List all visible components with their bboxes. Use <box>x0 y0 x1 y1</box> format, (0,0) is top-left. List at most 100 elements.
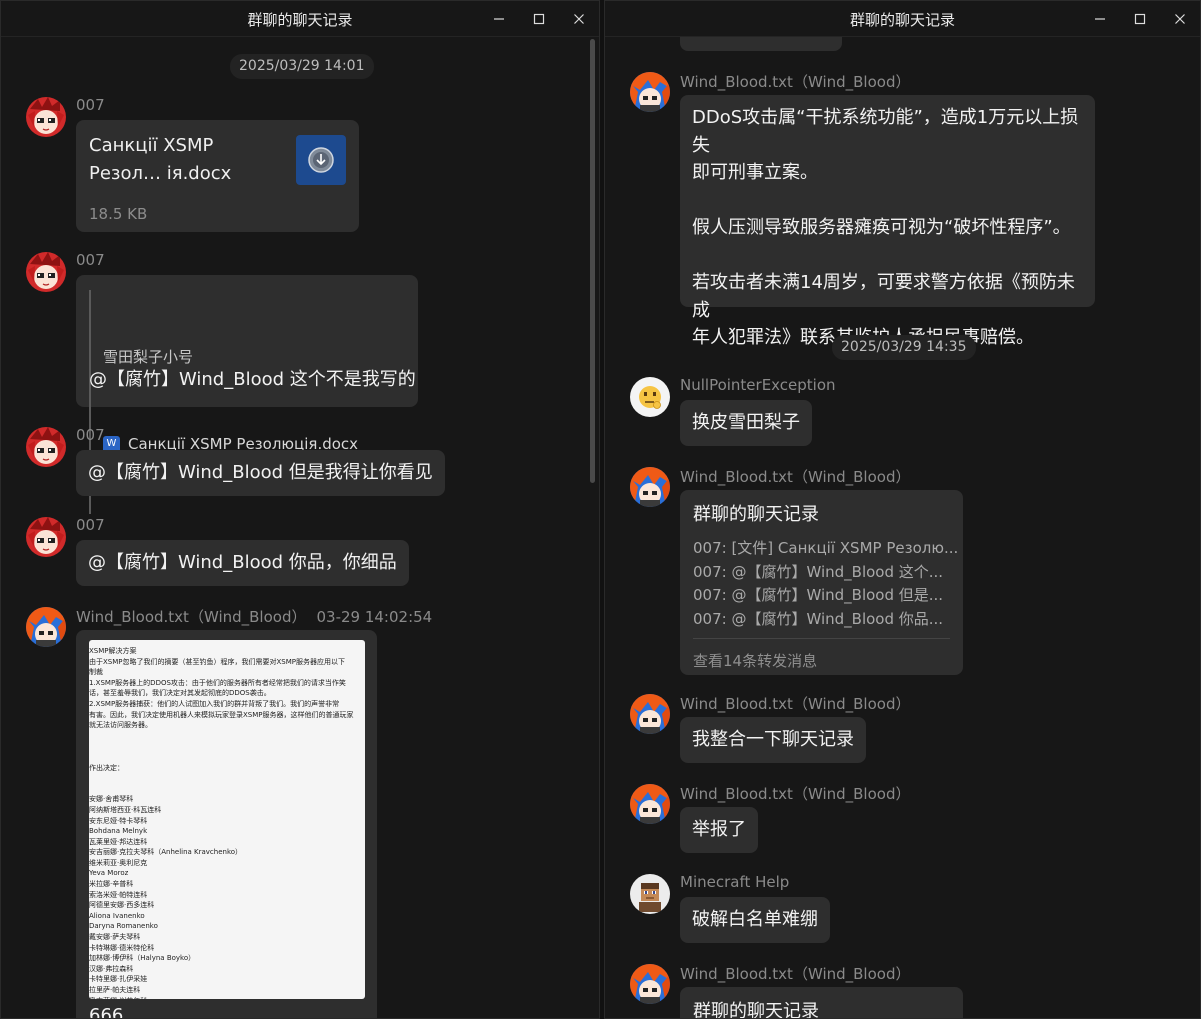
avatar[interactable] <box>630 874 670 914</box>
document-line: 2.XSMP服务器捕获：他们的人试图加入我们的群并背叛了我们。我们的声誉非常 <box>89 699 340 708</box>
document-line: 有害。因此，我们决定使用机器人来模拟玩家登录XSMP服务器，这样他们的普通玩家 <box>89 710 354 719</box>
avatar[interactable] <box>630 964 670 1004</box>
avatar[interactable] <box>630 467 670 507</box>
avatar[interactable] <box>630 694 670 734</box>
timestamp-badge: 2025/03/29 14:35 <box>832 335 976 360</box>
document-line: 1.XSMP服务器上的DDOS攻击：由于他们的服务器所有者经常把我们的请求当作笑 <box>89 678 346 687</box>
image-message[interactable]: XSMP解决方案 由于XSMP忽略了我们的摘要（甚至钓鱼）程序，我们需要对XSMP… <box>76 630 377 1018</box>
document-line: 维米莉亚·奥利尼克 <box>89 858 148 867</box>
close-icon <box>1175 14 1185 24</box>
document-line: 拉里萨·帕夫连科 <box>89 986 141 994</box>
minimize-button[interactable] <box>479 1 519 37</box>
text-message[interactable]: 换皮雪田梨子 <box>680 400 812 446</box>
sender-name: 007 <box>76 96 105 114</box>
avatar[interactable] <box>26 607 66 647</box>
file-size: 18.5 KB <box>89 205 148 223</box>
document-line: 安东尼娅·特卡琴科 <box>89 816 148 825</box>
forwarded-chat-record[interactable]: 群聊的聊天记录 007: [文件] Санкції XSMP Резолю...… <box>680 490 963 675</box>
document-line: 作出决定： <box>89 763 124 772</box>
minimize-icon <box>1095 18 1105 20</box>
title-bar: 群聊的聊天记录 <box>605 1 1200 37</box>
document-line: 奥克萨娜·谢苗年科 <box>89 996 365 999</box>
timestamp-badge: 2025/03/29 14:01 <box>230 54 374 79</box>
text-message[interactable]: @【腐竹】Wind_Blood 但是我得让你看见 <box>76 450 445 496</box>
document-line: XSMP解决方案 <box>89 647 137 655</box>
reply-message[interactable]: 雪田梨子小号 W Санкції XSMP Резолюція.docx @【腐竹… <box>76 275 418 514</box>
close-button[interactable] <box>1160 1 1200 37</box>
avatar[interactable] <box>630 72 670 112</box>
minimize-icon <box>494 18 504 20</box>
sender-name: 007 <box>76 251 105 269</box>
forwarded-chat-record[interactable]: 群聊的聊天记录 <box>680 987 963 1018</box>
message-list[interactable]: 2025/03/29 14:01 007 Санкції XSMP Резол…… <box>1 37 599 1018</box>
avatar[interactable] <box>26 97 66 137</box>
document-line: Daryna Romanenko <box>89 922 158 931</box>
sender-name: Wind_Blood.txt（Wind_Blood） <box>76 608 307 626</box>
close-button[interactable] <box>559 1 599 37</box>
document-line: 加林娜·博伊科（Halyna Boyko） <box>89 954 196 963</box>
document-line: 汉娜·弗拉森科 <box>89 964 134 973</box>
sender-line: Wind_Blood.txt（Wind_Blood） 03-29 14:02:54 <box>76 606 432 627</box>
document-line: 卡特琳娜·德米特伦科 <box>89 943 155 952</box>
text-message[interactable]: @【腐竹】Wind_Blood 你品，你细品 <box>76 540 409 586</box>
sender-name: Minecraft Help <box>680 873 790 891</box>
document-line: 就无法访问服务器。 <box>89 721 152 730</box>
divider <box>693 638 950 639</box>
document-line: Bohdana Melnyk <box>89 827 148 836</box>
document-line: Aliona Ivanenko <box>89 911 145 920</box>
message-text: @【腐竹】Wind_Blood 这个不是我写的 <box>89 369 416 390</box>
download-icon[interactable] <box>296 135 346 185</box>
avatar[interactable] <box>630 377 670 417</box>
maximize-button[interactable] <box>1120 1 1160 37</box>
sender-name: Wind_Blood.txt（Wind_Blood） <box>680 695 911 713</box>
avatar[interactable] <box>26 427 66 467</box>
document-line: 话，甚至羞辱我们，我们决定对其发起彻底的DDOS袭击。 <box>89 689 271 698</box>
document-screenshot-image[interactable]: XSMP解决方案 由于XSMP忽略了我们的摘要（甚至钓鱼）程序，我们需要对XSMP… <box>89 640 365 999</box>
sender-name: Wind_Blood.txt（Wind_Blood） <box>680 965 911 983</box>
maximize-button[interactable] <box>519 1 559 37</box>
document-line: 安娜·舍甫琴科 <box>89 795 134 804</box>
file-message[interactable]: Санкції XSMP Резол… ія.docx 18.5 KB <box>76 120 359 232</box>
sender-name: Wind_Blood.txt（Wind_Blood） <box>680 785 911 803</box>
close-icon <box>574 14 584 24</box>
quote-sender: 雪田梨子小号 <box>103 348 194 366</box>
text-message[interactable]: 举报了 <box>680 807 758 853</box>
avatar[interactable] <box>630 784 670 824</box>
file-name: Санкції XSMP Резол… ія.docx <box>89 135 232 184</box>
sender-name: Wind_Blood.txt（Wind_Blood） <box>680 468 911 486</box>
previous-message-bubble[interactable] <box>680 37 842 51</box>
document-line: 戴安娜·萨夫琴科 <box>89 933 141 942</box>
maximize-icon <box>1134 13 1146 25</box>
document-line: 卡特里娜·扎伊采娃 <box>89 975 148 984</box>
document-line: Yeva Moroz <box>89 869 129 878</box>
image-caption: 666 <box>89 1005 124 1018</box>
title-bar: 群聊的聊天记录 <box>1 1 599 37</box>
sender-name: Wind_Blood.txt（Wind_Blood） <box>680 73 911 91</box>
maximize-icon <box>533 13 545 25</box>
document-line: 米拉娜·辛普科 <box>89 880 134 889</box>
message-list[interactable]: Wind_Blood.txt（Wind_Blood） DDoS攻击属“干扰系统功… <box>605 37 1200 1018</box>
forward-title: 群聊的聊天记录 <box>693 504 819 525</box>
minimize-button[interactable] <box>1080 1 1120 37</box>
document-line: 瓦莱里娅·邦达连科 <box>89 837 148 846</box>
sender-name: NullPointerException <box>680 376 836 394</box>
forward-title: 群聊的聊天记录 <box>693 1001 819 1018</box>
text-message[interactable]: 我整合一下聊天记录 <box>680 717 866 763</box>
sender-name: 007 <box>76 426 105 444</box>
document-line: 索洛米娅·帕特连科 <box>89 890 148 899</box>
avatar[interactable] <box>26 517 66 557</box>
scrollbar[interactable] <box>590 39 595 483</box>
view-forwarded-link[interactable]: 查看14条转发消息 <box>693 647 817 675</box>
document-line: 阿纳斯塔西亚·科瓦连科 <box>89 805 162 814</box>
text-message[interactable]: 破解白名单难绷 <box>680 897 830 943</box>
document-line: 安吉丽娜·克拉夫琴科（Anhelina Kravchenko） <box>89 848 243 857</box>
avatar[interactable] <box>26 252 66 292</box>
chat-window-right: 群聊的聊天记录 Wind_Blood.txt（Wind_Blood） DDoS攻… <box>604 0 1201 1019</box>
text-message[interactable]: DDoS攻击属“干扰系统功能”，造成1万元以上损失 即可刑事立案。 假人压测导致… <box>680 95 1095 348</box>
chat-window-left: 群聊的聊天记录 2025/03/29 14:01 007 Санкції XSM… <box>0 0 600 1019</box>
